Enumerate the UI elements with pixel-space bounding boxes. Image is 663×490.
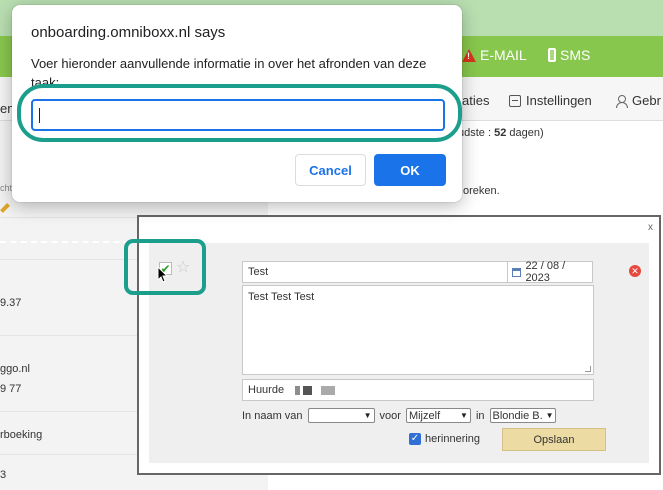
- nav-item-partial[interactable]: aties: [462, 93, 489, 108]
- left-item[interactable]: ggo.nl: [0, 363, 30, 375]
- chevron-down-icon: ▼: [460, 411, 468, 420]
- left-item[interactable]: rboeking: [0, 429, 42, 441]
- resize-grip-icon[interactable]: [585, 366, 591, 372]
- dashed-divider: [0, 241, 140, 243]
- highlight-dialog-input: [17, 84, 462, 142]
- nav-item-partial-label: aties: [462, 93, 490, 108]
- task-edit-panel: x ✔ ☆ Test 22 / 08 / 2023 ✕ Test Test Te…: [137, 215, 661, 475]
- for-value: Mijzelf: [408, 409, 441, 422]
- nav-settings[interactable]: Instellingen: [509, 93, 592, 108]
- task-description-textarea[interactable]: Test Test Test: [242, 285, 594, 375]
- phone-icon: [548, 48, 556, 62]
- warning-icon: [462, 48, 476, 62]
- oldest-suffix: dagen): [506, 127, 544, 139]
- nav-email-label: E-MAIL: [480, 47, 527, 63]
- settings-icon: [509, 94, 521, 107]
- left-item[interactable]: 3: [0, 469, 6, 481]
- nav-user[interactable]: Gebr: [615, 93, 661, 108]
- task-assignment-row: In naam van ▼ voor Mijzelf ▼ in Blondie B…: [242, 408, 556, 423]
- reminder-label: herinnering: [425, 433, 481, 445]
- in-value: Blondie B.: [492, 409, 543, 422]
- redacted-text: [303, 385, 313, 395]
- nav-user-label: Gebr: [632, 93, 661, 108]
- on-behalf-select[interactable]: ▼: [307, 408, 375, 423]
- remove-icon[interactable]: ✕: [629, 265, 641, 277]
- reminder-toggle[interactable]: ✓ herinnering: [409, 433, 480, 445]
- in-label: in: [475, 409, 485, 422]
- task-description-value: Test Test Test: [248, 291, 315, 303]
- nav-email[interactable]: E-MAIL: [462, 47, 527, 63]
- for-select[interactable]: Mijzelf ▼: [405, 408, 471, 423]
- task-date-value: 22 / 08 / 2023: [525, 260, 566, 284]
- chevron-down-icon: ▼: [363, 411, 372, 420]
- dialog-title: onboarding.omniboxx.nl says: [31, 24, 226, 41]
- reminder-checkbox[interactable]: ✓: [409, 433, 421, 445]
- for-label: voor: [379, 409, 401, 422]
- oldest-label: udste :: [458, 127, 495, 139]
- oldest-info: udste : 52 dagen): [458, 127, 544, 139]
- redacted-text: [295, 385, 301, 395]
- in-select[interactable]: Blondie B. ▼: [489, 408, 556, 423]
- save-button[interactable]: Opslaan: [502, 428, 606, 451]
- chevron-down-icon: ▼: [545, 411, 554, 420]
- close-icon[interactable]: x: [648, 222, 653, 233]
- nav-sms-label: SMS: [560, 47, 591, 63]
- left-item[interactable]: 9 77: [0, 383, 21, 395]
- oldest-count: 52: [494, 127, 507, 139]
- nav-settings-label: Instellingen: [526, 93, 592, 108]
- note-text: oreken.: [463, 185, 500, 197]
- user-icon: [615, 94, 628, 108]
- ok-button[interactable]: OK: [374, 154, 446, 186]
- on-behalf-label: In naam van: [242, 409, 303, 422]
- highlight-complete-checkbox: [124, 239, 206, 295]
- task-relation-input[interactable]: Huurde: [242, 379, 594, 401]
- task-date-input[interactable]: 22 / 08 / 2023: [507, 260, 593, 284]
- task-relation-prefix: Huurde: [248, 384, 285, 396]
- left-item[interactable]: 9.37: [0, 297, 21, 309]
- task-subject-input[interactable]: Test: [242, 261, 508, 283]
- calendar-icon: [512, 267, 522, 277]
- cancel-button[interactable]: Cancel: [295, 154, 366, 186]
- redacted-text: [321, 385, 336, 395]
- nav-sms[interactable]: SMS: [548, 47, 590, 63]
- task-form: ✔ ☆ Test 22 / 08 / 2023 ✕ Test Test Test…: [149, 243, 649, 463]
